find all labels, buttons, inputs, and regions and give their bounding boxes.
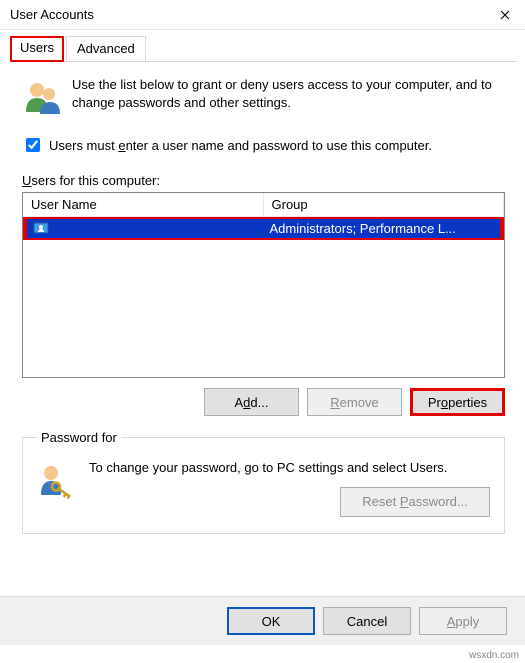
close-icon — [500, 10, 510, 20]
tab-bar: Users Advanced — [10, 36, 517, 62]
must-enter-password-checkbox[interactable] — [26, 138, 40, 152]
watermark: wsxdn.com — [469, 650, 519, 661]
users-icon — [22, 76, 62, 121]
user-action-buttons: Add... Remove Properties — [22, 388, 505, 416]
must-enter-password-label: Users must enter a user name and passwor… — [49, 138, 432, 153]
window-title: User Accounts — [10, 7, 485, 22]
reset-password-button: Reset Password... — [340, 487, 490, 517]
key-icon — [37, 459, 77, 502]
dialog-button-bar: OK Cancel Apply — [0, 596, 525, 645]
ok-button[interactable]: OK — [227, 607, 315, 635]
tab-advanced[interactable]: Advanced — [66, 36, 146, 62]
column-group[interactable]: Group — [264, 193, 505, 216]
users-list-header[interactable]: User Name Group — [23, 193, 504, 217]
close-button[interactable] — [485, 0, 525, 30]
users-list[interactable]: User Name Group Administrators; Performa… — [22, 192, 505, 378]
users-list-label: Users for this computer: — [22, 173, 505, 188]
intro-text: Use the list below to grant or deny user… — [72, 76, 505, 121]
properties-button[interactable]: Properties — [410, 388, 505, 416]
cancel-button[interactable]: Cancel — [323, 607, 411, 635]
user-row-group: Administrators; Performance L... — [264, 219, 501, 238]
column-username[interactable]: User Name — [23, 193, 264, 216]
user-row-username — [27, 219, 264, 238]
must-enter-password-row: Users must enter a user name and passwor… — [22, 135, 505, 155]
user-row-selected[interactable]: Administrators; Performance L... — [23, 217, 504, 240]
intro-row: Use the list below to grant or deny user… — [22, 76, 505, 121]
users-list-rows: Administrators; Performance L... — [23, 217, 504, 377]
tab-content: Use the list below to grant or deny user… — [0, 62, 525, 544]
apply-button: Apply — [419, 607, 507, 635]
add-button[interactable]: Add... — [204, 388, 299, 416]
password-group-text: To change your password, go to PC settin… — [89, 459, 490, 477]
user-icon — [33, 222, 49, 236]
password-group-legend: Password for — [37, 430, 121, 445]
password-group: Password for To change your password, go… — [22, 430, 505, 534]
tab-users[interactable]: Users — [10, 36, 64, 62]
title-bar: User Accounts — [0, 0, 525, 30]
remove-button: Remove — [307, 388, 402, 416]
